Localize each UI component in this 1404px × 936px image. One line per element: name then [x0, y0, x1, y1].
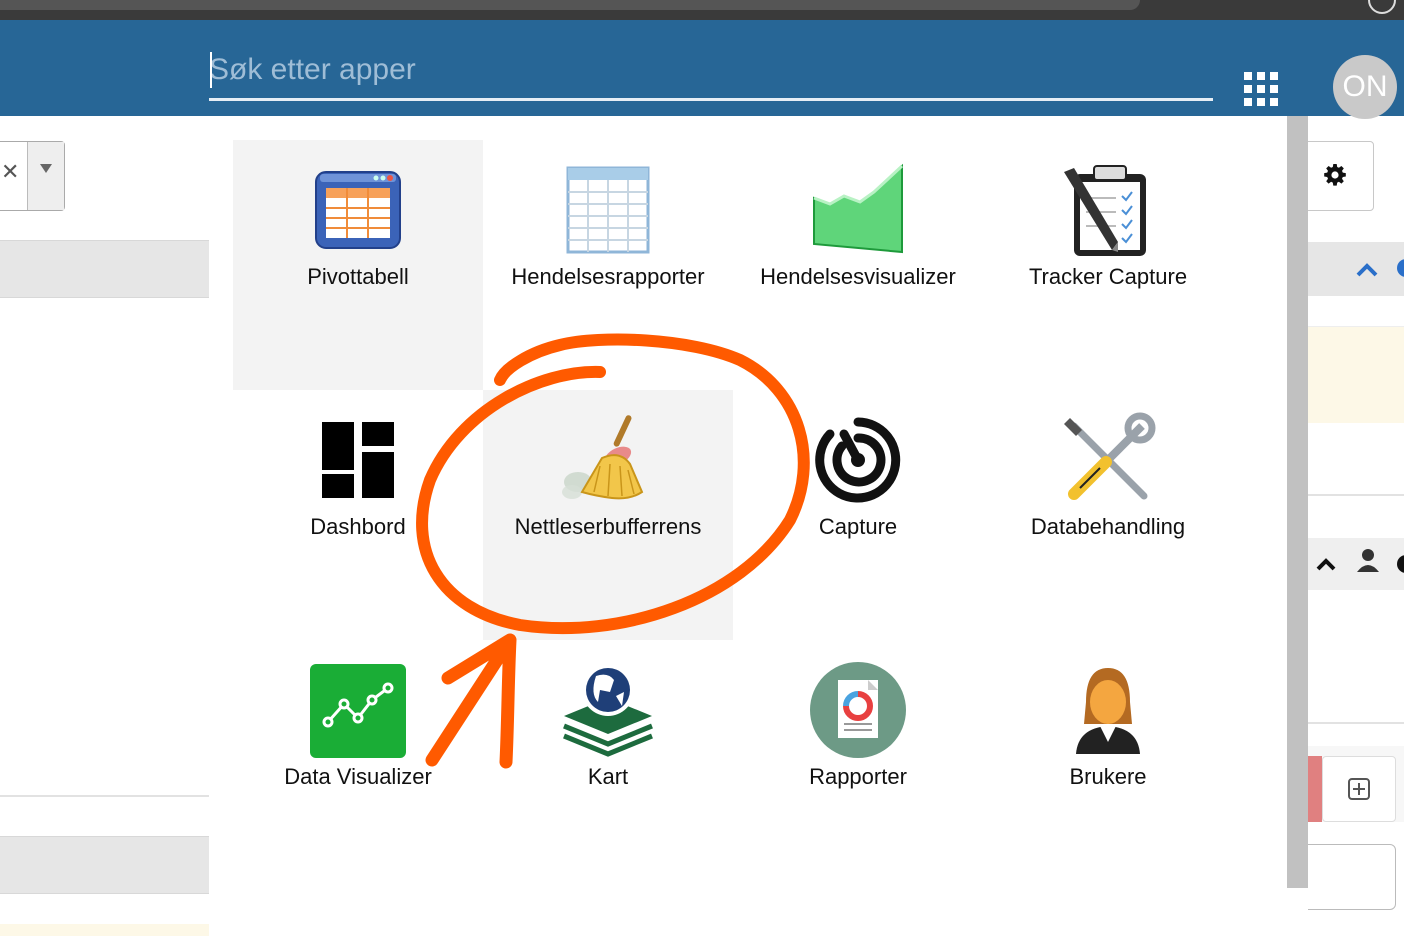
map-globe-icon [563, 664, 653, 757]
background-divider [1308, 722, 1404, 724]
app-label: Nettleserbufferrens [514, 514, 702, 539]
app-tile-kart[interactable]: Kart [483, 640, 733, 890]
gear-icon [1324, 164, 1346, 186]
app-tile-data-visualizer[interactable]: Data Visualizer [233, 640, 483, 890]
app-label: Kart [587, 764, 629, 789]
user-avatar[interactable]: ON [1333, 55, 1397, 119]
browser-chrome-strip [0, 0, 1404, 20]
app-tile-hendelsesvisualizer[interactable]: Hendelsesvisualizer [733, 140, 983, 390]
broom-icon [562, 415, 644, 500]
background-panel-header [1308, 538, 1404, 590]
user-icon [1076, 668, 1140, 754]
report-icon [810, 662, 906, 758]
background-notice [1308, 326, 1404, 423]
clear-icon[interactable]: ✕ [1, 159, 19, 185]
app-tile-brukere[interactable]: Brukere [983, 640, 1233, 890]
background-section-header [0, 836, 209, 894]
tools-icon [1064, 412, 1156, 500]
pivot-table-icon [315, 171, 401, 249]
table-report-icon [566, 166, 650, 254]
app-label: Rapporter [809, 764, 907, 789]
background-section-header [0, 240, 209, 298]
chevron-up-icon[interactable] [1308, 242, 1404, 296]
app-label: Brukere [1069, 764, 1147, 789]
browser-tab-bar [0, 0, 1140, 10]
app-tile-nettleserbufferrens[interactable]: Nettleserbufferrens [483, 390, 733, 640]
capture-icon [815, 417, 901, 503]
background-row [1308, 746, 1404, 822]
app-tile-pivottabell[interactable]: Pivottabell [233, 140, 483, 390]
clipboard-pen-icon [1064, 165, 1146, 256]
background-notice [0, 924, 209, 936]
app-label: Databehandling [1030, 514, 1186, 539]
browser-menu-icon[interactable] [1368, 0, 1396, 14]
area-chart-icon [813, 163, 904, 254]
background-panel-header [1308, 242, 1404, 296]
app-tile-dashbord[interactable]: Dashbord [233, 390, 483, 640]
dashboard-icon [322, 422, 394, 498]
dropdown-arrow-icon[interactable] [27, 142, 64, 210]
app-label: Data Visualizer [284, 764, 432, 789]
app-label: Capture [818, 514, 898, 539]
line-chart-icon [310, 664, 406, 758]
app-label: Pivottabell [307, 264, 409, 289]
text-caret [210, 52, 212, 88]
background-input[interactable] [1300, 844, 1396, 910]
add-button[interactable] [1322, 756, 1396, 822]
apps-grid: Pivottabell Hendelsesrapporter Hendelses… [233, 140, 1233, 890]
app-label: Dashbord [310, 514, 406, 539]
apps-grid-icon[interactable] [1244, 72, 1278, 106]
app-tile-tracker-capture[interactable]: Tracker Capture [983, 140, 1233, 390]
panel-controls-icons[interactable] [1308, 538, 1404, 590]
app-tile-capture[interactable]: Capture [733, 390, 983, 640]
app-search-input[interactable] [209, 46, 1213, 94]
avatar-initials: ON [1342, 70, 1388, 103]
filter-select[interactable]: ✕ [0, 141, 65, 211]
app-label: Hendelsesrapporter [511, 264, 705, 289]
app-tile-hendelsesrapporter[interactable]: Hendelsesrapporter [483, 140, 733, 390]
app-tile-rapporter[interactable]: Rapporter [733, 640, 983, 890]
app-tile-databehandling[interactable]: Databehandling [983, 390, 1233, 640]
app-search [209, 46, 1213, 101]
app-label: Tracker Capture [1028, 264, 1188, 289]
apps-menu-scrollbar[interactable] [1287, 116, 1308, 888]
background-divider [0, 795, 209, 797]
plus-square-icon [1348, 778, 1370, 800]
background-divider [1308, 494, 1404, 496]
app-label: Hendelsesvisualizer [760, 264, 956, 289]
